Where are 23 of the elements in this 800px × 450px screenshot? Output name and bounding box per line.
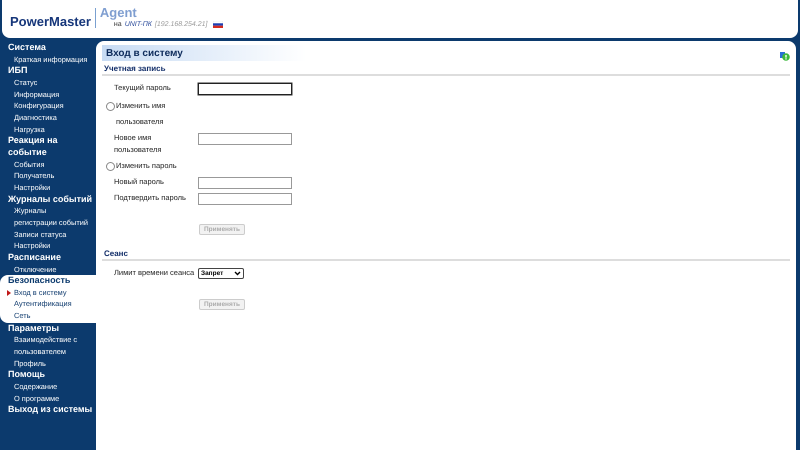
- sidebar-group[interactable]: Журналы событий: [8, 194, 92, 206]
- radio-button[interactable]: [106, 162, 115, 171]
- sidebar-group[interactable]: Выход из системы: [8, 404, 92, 416]
- radio-button[interactable]: [106, 102, 115, 111]
- flag-icon: [213, 21, 224, 28]
- sidebar-group[interactable]: Расписание: [8, 252, 61, 264]
- text-field[interactable]: [198, 193, 292, 205]
- caret-icon: [234, 271, 241, 276]
- section-title: Учетная запись: [102, 64, 790, 76]
- help-icon[interactable]: [780, 51, 790, 61]
- sidebar-group[interactable]: ИБП: [8, 65, 28, 78]
- product-logo: PowerMaster: [10, 14, 91, 29]
- text-field[interactable]: [198, 133, 292, 145]
- text-field[interactable]: [198, 177, 292, 189]
- sidebar-group[interactable]: Помощь: [8, 369, 46, 382]
- text-field[interactable]: [198, 83, 292, 95]
- sidebar-group[interactable]: Параметры: [8, 322, 60, 334]
- sidebar-group[interactable]: Система: [8, 42, 46, 54]
- app-title: Agent: [100, 6, 138, 20]
- sidebar-group[interactable]: Безопасность: [8, 275, 70, 287]
- sidebar-group[interactable]: Реакция на событие: [8, 135, 68, 159]
- page-title: Вход в систему: [106, 48, 183, 58]
- section-title: Сеанс: [102, 249, 790, 261]
